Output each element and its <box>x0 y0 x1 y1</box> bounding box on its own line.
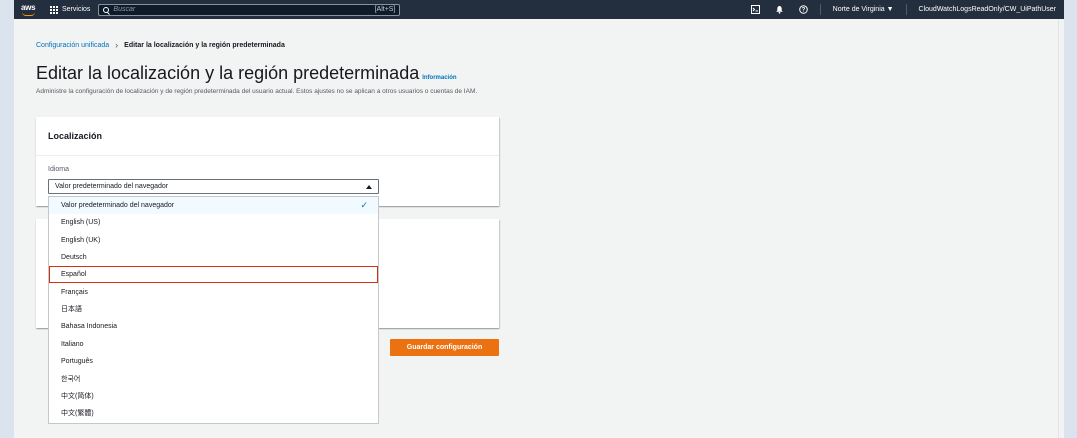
svg-text:?: ? <box>802 8 806 14</box>
breadcrumb: Configuración unificada › Editar la loca… <box>36 40 285 50</box>
notifications-icon[interactable] <box>775 5 785 15</box>
language-option[interactable]: Português <box>49 353 378 370</box>
account-menu[interactable]: CloudWatchLogsReadOnly/CW_UiPathUser <box>919 6 1056 13</box>
language-option-espanol[interactable]: Español <box>49 266 378 284</box>
info-link[interactable]: Información <box>422 75 456 81</box>
language-option[interactable]: English (UK) <box>49 232 378 249</box>
top-navigation: aws Servicios Buscar [Alt+S] ? Norte de … <box>14 0 1064 19</box>
aws-logo-text: aws <box>21 3 36 12</box>
caret-up-icon <box>366 184 372 189</box>
aws-logo[interactable]: aws <box>20 2 40 17</box>
search-placeholder: Buscar <box>113 6 136 13</box>
language-select[interactable]: Valor predeterminado del navegador <box>48 179 379 194</box>
search-icon <box>103 6 110 13</box>
breadcrumb-current: Editar la localización y la región prede… <box>124 41 285 49</box>
language-option[interactable]: Valor predeterminado del navegador ✓ <box>49 197 378 215</box>
services-menu-button[interactable]: Servicios <box>50 0 90 19</box>
language-option[interactable]: Italiano <box>49 335 378 352</box>
check-icon: ✓ <box>360 200 368 210</box>
language-select-value: Valor predeterminado del navegador <box>55 183 169 190</box>
page-scrollbar[interactable] <box>1058 19 1064 438</box>
cloudshell-icon[interactable] <box>751 5 761 15</box>
language-option[interactable]: 中文(繁體) <box>49 405 378 422</box>
language-label: Idioma <box>48 166 70 173</box>
search-input[interactable]: Buscar [Alt+S] <box>98 3 401 16</box>
language-option[interactable]: Deutsch <box>49 249 378 266</box>
search-shortcut: [Alt+S] <box>374 6 396 13</box>
console-window: aws Servicios Buscar [Alt+S] ? Norte de … <box>14 0 1064 438</box>
services-label: Servicios <box>62 6 91 13</box>
region-selector[interactable]: Norte de Virginia ▼ <box>833 6 894 13</box>
localization-heading: Localización <box>36 117 499 156</box>
language-option[interactable]: Bahasa Indonesia <box>49 318 378 335</box>
language-option[interactable]: Français <box>49 283 378 300</box>
language-option[interactable]: 中文(简体) <box>49 387 378 404</box>
breadcrumb-parent-link[interactable]: Configuración unificada <box>36 42 109 49</box>
page-title-text: Editar la localización y la región prede… <box>36 63 420 83</box>
language-option[interactable]: English (US) <box>49 214 378 231</box>
grid-icon <box>50 5 58 14</box>
language-dropdown-list: Valor predeterminado del navegador ✓ Engl… <box>48 196 379 424</box>
chevron-right-icon: › <box>115 40 119 50</box>
help-icon[interactable]: ? <box>799 5 809 15</box>
language-option[interactable]: 日本語 <box>49 301 378 318</box>
page-title: Editar la localización y la región prede… <box>36 63 457 84</box>
language-option[interactable]: 한국어 <box>49 370 378 387</box>
save-settings-button[interactable]: Guardar configuración <box>390 339 499 356</box>
page-description: Administre la configuración de localizac… <box>36 88 478 95</box>
